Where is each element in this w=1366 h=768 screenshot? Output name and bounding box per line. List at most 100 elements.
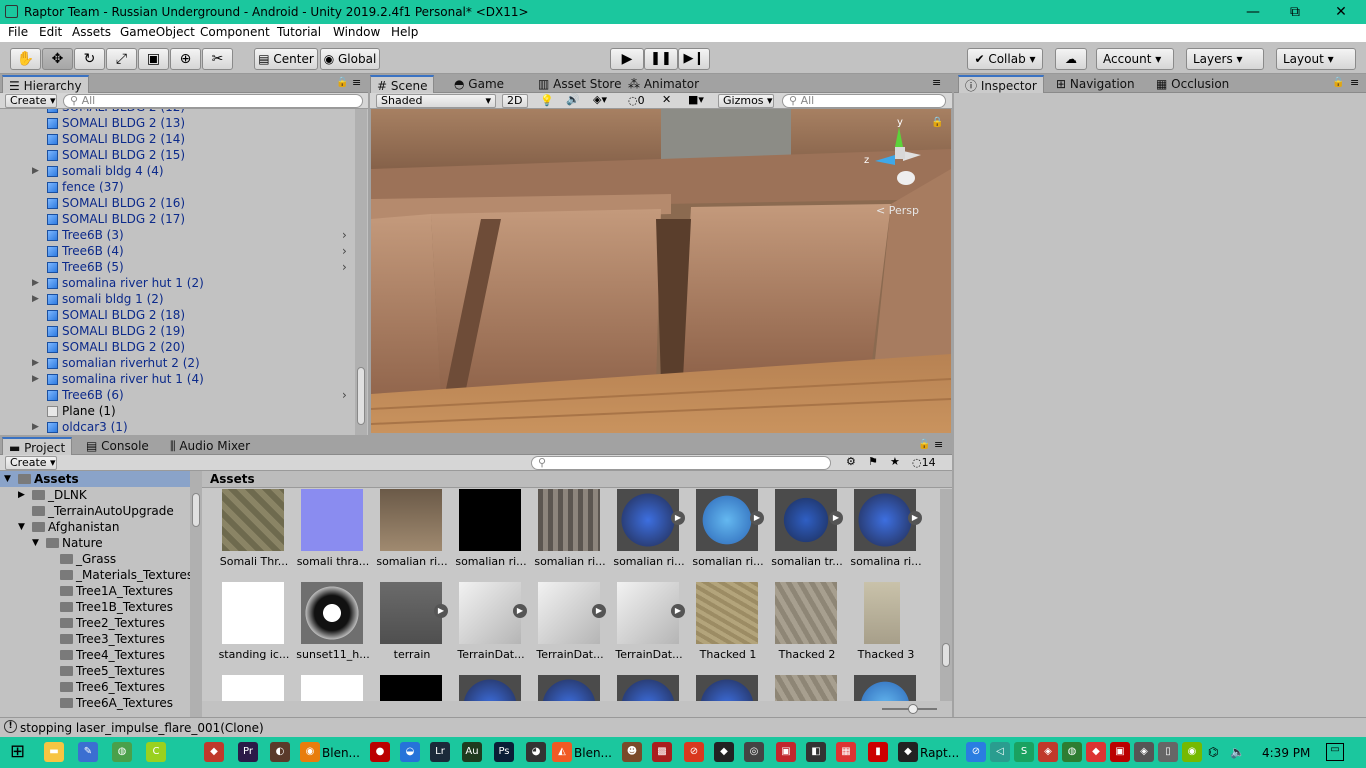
taskbar-item-label[interactable]: Blen... <box>322 746 360 760</box>
hierarchy-scroll-thumb[interactable] <box>357 367 365 425</box>
folder-tree-item[interactable]: _Materials_Textures <box>0 567 193 583</box>
hierarchy-item[interactable]: ▶ somalina river hut 1 (4) <box>0 371 352 387</box>
tree-scrollbar[interactable] <box>190 471 202 717</box>
expand-arrow-icon[interactable]: ▶ <box>32 419 39 435</box>
account-dropdown[interactable]: Account ▾ <box>1096 48 1174 70</box>
folder-tree-item[interactable]: ▼ Nature <box>0 535 190 551</box>
folder-tree-item[interactable]: _TerrainAutoUpgrade <box>0 503 190 519</box>
axis-gizmo-icon[interactable] <box>861 117 931 187</box>
tab-console[interactable]: ▤ Console <box>80 437 155 455</box>
panel-menu-icon[interactable]: ≡ <box>934 438 943 451</box>
gizmos-dropdown[interactable]: Gizmos ▾ <box>718 94 774 108</box>
lightroom-icon[interactable]: Lr <box>430 742 450 762</box>
app-blue-icon[interactable]: ◒ <box>400 742 420 762</box>
app-vr-icon[interactable]: ◍ <box>112 742 132 762</box>
prefab-chevron-icon[interactable]: › <box>342 387 347 403</box>
expand-arrow-icon[interactable]: ▼ <box>4 471 11 487</box>
hierarchy-item[interactable]: SOMALI BLDG 2 (17) <box>0 211 352 227</box>
hierarchy-item[interactable]: Plane (1) <box>0 403 352 419</box>
restore-button[interactable]: ⧉ <box>1280 3 1310 21</box>
app-obs-icon[interactable]: ◎ <box>744 742 764 762</box>
tools-icon[interactable]: ✕ <box>662 93 671 106</box>
menu-assets[interactable]: Assets <box>72 25 111 39</box>
hidden-count[interactable]: ◌0 <box>628 94 645 107</box>
close-button[interactable]: ✕ <box>1326 3 1356 21</box>
scene-gizmo[interactable]: y z 🔒 <box>861 117 943 187</box>
tray-icon-3[interactable]: ◆ <box>1086 742 1106 762</box>
asset-item[interactable]: ▶ somalian ri... <box>688 489 764 577</box>
folder-tree-item[interactable]: Tree6A_Textures <box>0 695 190 711</box>
shading-dropdown[interactable]: Shaded ▾ <box>376 94 496 108</box>
clock-time[interactable]: 4:39 PM <box>1262 746 1310 760</box>
unity-taskbar-icon[interactable]: ◆ <box>898 742 918 762</box>
collab-dropdown[interactable]: ✔ Collab ▾ <box>967 48 1043 70</box>
tab-navigation[interactable]: ⊞ Navigation <box>1050 75 1141 93</box>
skype-icon[interactable]: S <box>1014 742 1034 762</box>
asset-item[interactable]: Somali Thr... <box>214 489 288 577</box>
tray-icon-4[interactable]: ▣ <box>1110 742 1130 762</box>
hierarchy-item[interactable]: fence (37) <box>0 179 352 195</box>
folder-tree-item[interactable]: Tree1B_Textures <box>0 599 190 615</box>
asset-item[interactable]: ▶ TerrainDat... <box>609 582 685 670</box>
app-shield-icon[interactable]: ▮ <box>868 742 888 762</box>
expand-play-icon[interactable]: ▶ <box>671 604 685 618</box>
asset-item[interactable]: somali thra... <box>293 489 369 577</box>
tree-scroll-thumb[interactable] <box>192 493 200 527</box>
blender-icon[interactable]: ◉ <box>300 742 320 762</box>
expand-play-icon[interactable]: ▶ <box>908 511 922 525</box>
tab-scene[interactable]: # Scene <box>370 75 435 93</box>
lock-icon[interactable]: 🔒 <box>931 117 943 128</box>
status-message[interactable]: stopping laser_impulse_flare_001(Clone) <box>20 721 264 735</box>
app-character-icon[interactable]: ☻ <box>622 742 642 762</box>
layers-dropdown[interactable]: Layers ▾ <box>1186 48 1264 70</box>
minimize-button[interactable]: — <box>1238 3 1268 21</box>
tray-usb-icon[interactable]: ▯ <box>1158 742 1178 762</box>
folder-tree-item[interactable]: _Grass <box>0 551 190 567</box>
expand-arrow-icon[interactable]: ▶ <box>32 275 39 291</box>
hierarchy-item[interactable]: SOMALI BLDG 2 (16) <box>0 195 352 211</box>
asset-item[interactable]: Thacked 1 <box>688 582 758 670</box>
asset-scrollbar[interactable] <box>940 489 952 701</box>
move-tool-icon[interactable]: ✥ <box>42 48 73 70</box>
windows-start-icon[interactable]: ⊞ <box>10 743 25 761</box>
folder-tree-item[interactable]: Tree5_Textures <box>0 663 190 679</box>
asset-item[interactable]: standing ic... <box>214 582 289 670</box>
project-search-input[interactable]: ⚲ <box>531 456 831 470</box>
hierarchy-item[interactable]: SOMALI BLDG 2 (13) <box>0 115 352 131</box>
app-c-icon[interactable]: C <box>146 742 166 762</box>
scene-search-input[interactable]: ⚲ All <box>782 94 946 108</box>
step-button[interactable]: ▶❙ <box>678 48 710 70</box>
pause-button[interactable]: ❚❚ <box>644 48 678 70</box>
app-pen-icon[interactable]: ✎ <box>78 742 98 762</box>
folder-tree-item[interactable]: Tree3_Textures <box>0 631 190 647</box>
expand-arrow-icon[interactable]: ▼ <box>32 535 39 551</box>
app-antivirus-icon[interactable]: ⊘ <box>684 742 704 762</box>
camera-icon[interactable]: ■▾ <box>688 93 704 106</box>
lighting-icon[interactable]: 💡 <box>540 94 554 107</box>
asset-scroll-thumb[interactable] <box>942 643 950 667</box>
folder-tree-item[interactable]: Tree4_Textures <box>0 647 190 663</box>
menu-component[interactable]: Component <box>200 25 270 39</box>
favorite-star-icon[interactable]: ★ <box>890 455 900 468</box>
app-game-icon[interactable]: ▩ <box>652 742 672 762</box>
tab-asset-store[interactable]: ▥ Asset Store <box>532 75 628 93</box>
menu-window[interactable]: Window <box>333 25 380 39</box>
app-image-icon[interactable]: ▦ <box>836 742 856 762</box>
folder-tree-item[interactable]: ▶ _DLNK <box>0 487 190 503</box>
hierarchy-item[interactable]: SOMALI BLDG 2 (20) <box>0 339 352 355</box>
hierarchy-item[interactable]: Tree6B (5) › <box>0 259 352 275</box>
expand-play-icon[interactable]: ▶ <box>829 511 843 525</box>
hierarchy-item[interactable]: Tree6B (3) › <box>0 227 352 243</box>
transform-tool-icon[interactable]: ⊕ <box>170 48 201 70</box>
app-unity-icon[interactable]: ◆ <box>714 742 734 762</box>
hidden-packages[interactable]: ◌14 <box>912 456 936 469</box>
app-vs-icon[interactable]: ◧ <box>806 742 826 762</box>
hierarchy-create-dropdown[interactable]: Create ▾ <box>5 94 57 108</box>
hand-tool-icon[interactable]: ✋ <box>10 48 41 70</box>
nvidia-icon[interactable]: ◉ <box>1182 742 1202 762</box>
tray-icon-2[interactable]: ◁ <box>990 742 1010 762</box>
hierarchy-item[interactable]: ▶ somali bldg 1 (2) <box>0 291 352 307</box>
menu-gameobject[interactable]: GameObject <box>120 25 195 39</box>
prefab-chevron-icon[interactable]: › <box>342 259 347 275</box>
tab-animator[interactable]: ⁂ Animator <box>622 75 705 93</box>
